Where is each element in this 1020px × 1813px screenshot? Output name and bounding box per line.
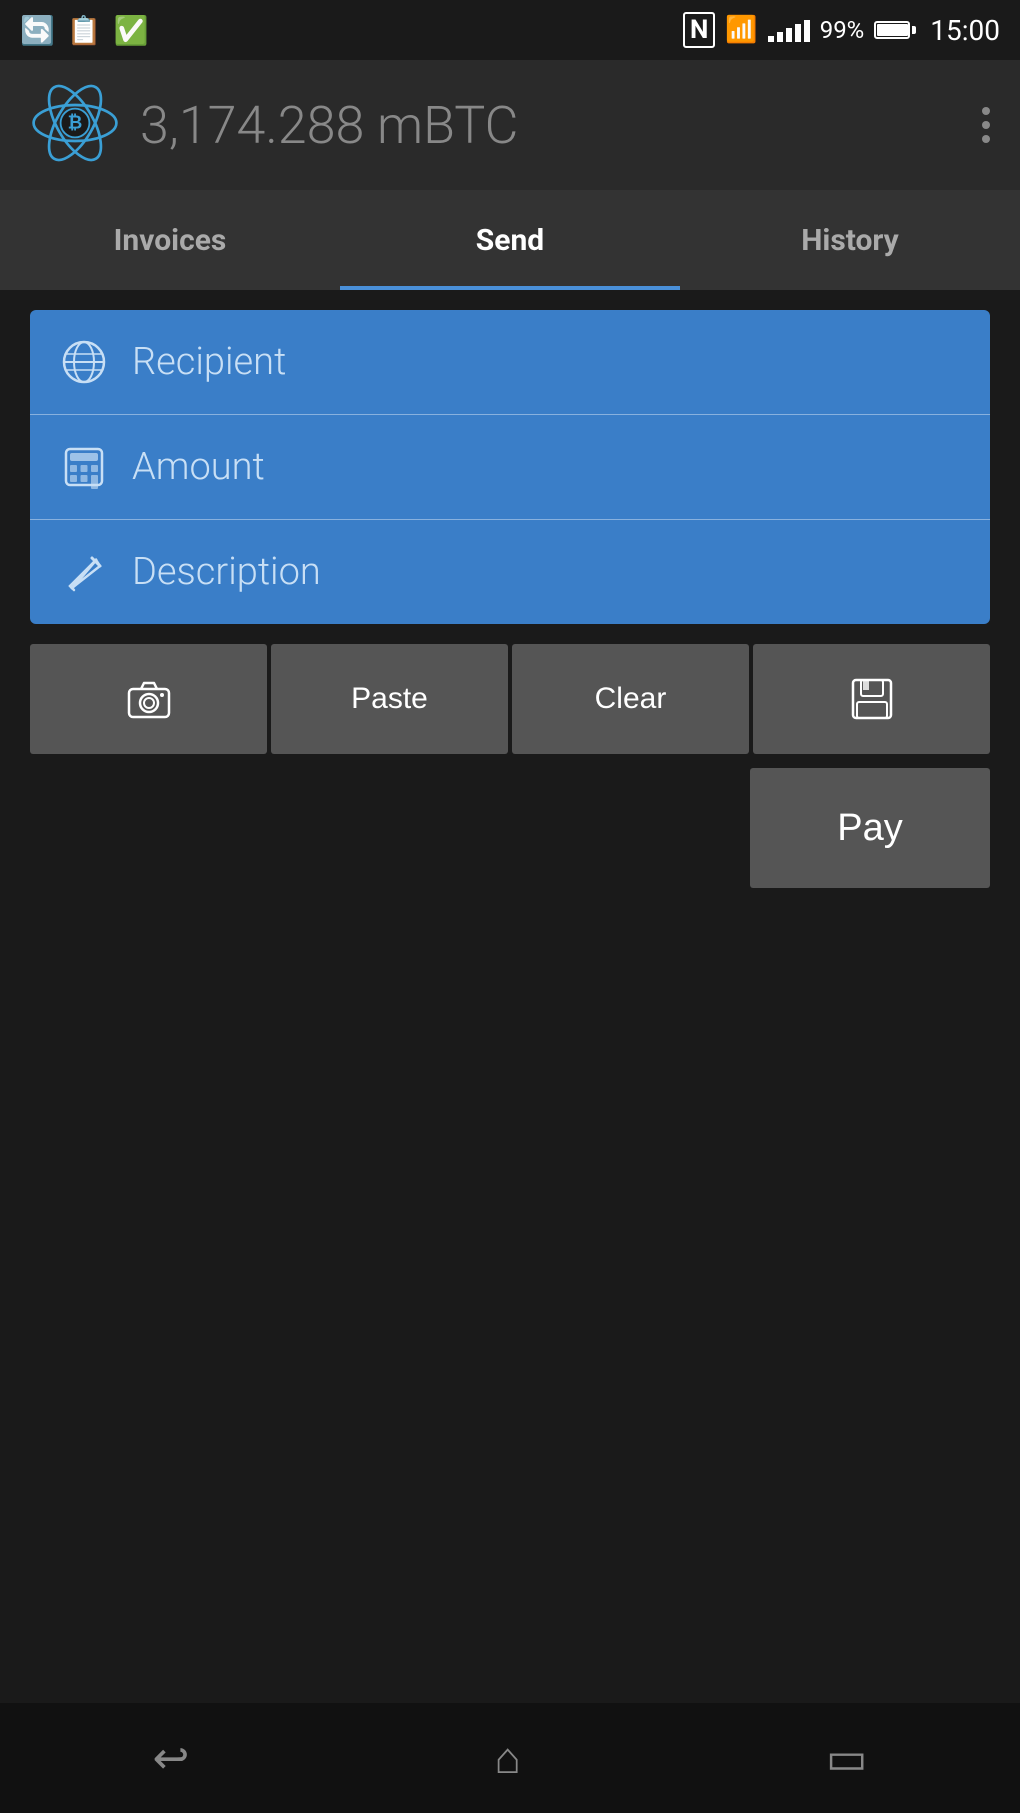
send-form: Recipient Amount D (30, 310, 990, 624)
clear-button[interactable]: Clear (512, 644, 749, 754)
action-buttons: Paste Clear (30, 644, 990, 754)
pay-button[interactable]: Pay (750, 768, 990, 888)
bottom-navigation: ↩ ⌂ ▭ (0, 1703, 1020, 1813)
camera-icon (126, 676, 172, 722)
camera-button[interactable] (30, 644, 267, 754)
amount-row[interactable]: Amount (30, 415, 990, 520)
description-label: Description (132, 550, 321, 594)
app-header: ₿ 3,174.288 mBTC (0, 60, 1020, 190)
svg-text:₿: ₿ (68, 112, 83, 133)
status-icons-left: 🔄 📋 ✅ (20, 14, 149, 47)
overflow-menu-button[interactable] (982, 107, 990, 143)
balance-display: 3,174.288 mBTC (140, 95, 518, 156)
sync-icon: 🔄 (20, 14, 55, 47)
calculator-icon (60, 443, 108, 491)
wifi-icon: 📶 (725, 15, 757, 45)
pen-icon (60, 548, 108, 596)
floppy-disk-icon (849, 676, 895, 722)
save-button[interactable] (753, 644, 990, 754)
status-icons-right: N 📶 99% 15:00 (683, 12, 1000, 48)
battery-percent: 99% (820, 16, 865, 44)
globe-icon (60, 338, 108, 386)
recipient-row[interactable]: Recipient (30, 310, 990, 415)
nfc-icon: N (683, 12, 715, 48)
clipboard-check-icon: 📋 (67, 14, 102, 47)
paste-button[interactable]: Paste (271, 644, 508, 754)
clipboard-done-icon: ✅ (114, 14, 149, 47)
recipient-label: Recipient (132, 340, 286, 384)
battery-indicator (874, 21, 916, 39)
signal-bars (768, 18, 810, 42)
tab-bar: Invoices Send History (0, 190, 1020, 290)
amount-label: Amount (132, 445, 265, 489)
tab-history[interactable]: History (680, 190, 1020, 290)
app-logo: ₿ (30, 78, 120, 172)
pay-button-row: Pay (30, 768, 990, 888)
status-bar: 🔄 📋 ✅ N 📶 99% 15:00 (0, 0, 1020, 60)
home-button[interactable]: ⌂ (494, 1732, 521, 1784)
tab-invoices[interactable]: Invoices (0, 190, 340, 290)
header-left: ₿ 3,174.288 mBTC (30, 78, 518, 172)
back-button[interactable]: ↩ (152, 1732, 189, 1784)
recents-button[interactable]: ▭ (826, 1732, 868, 1784)
time-display: 15:00 (930, 14, 1000, 47)
description-row[interactable]: Description (30, 520, 990, 624)
tab-send[interactable]: Send (340, 190, 680, 290)
